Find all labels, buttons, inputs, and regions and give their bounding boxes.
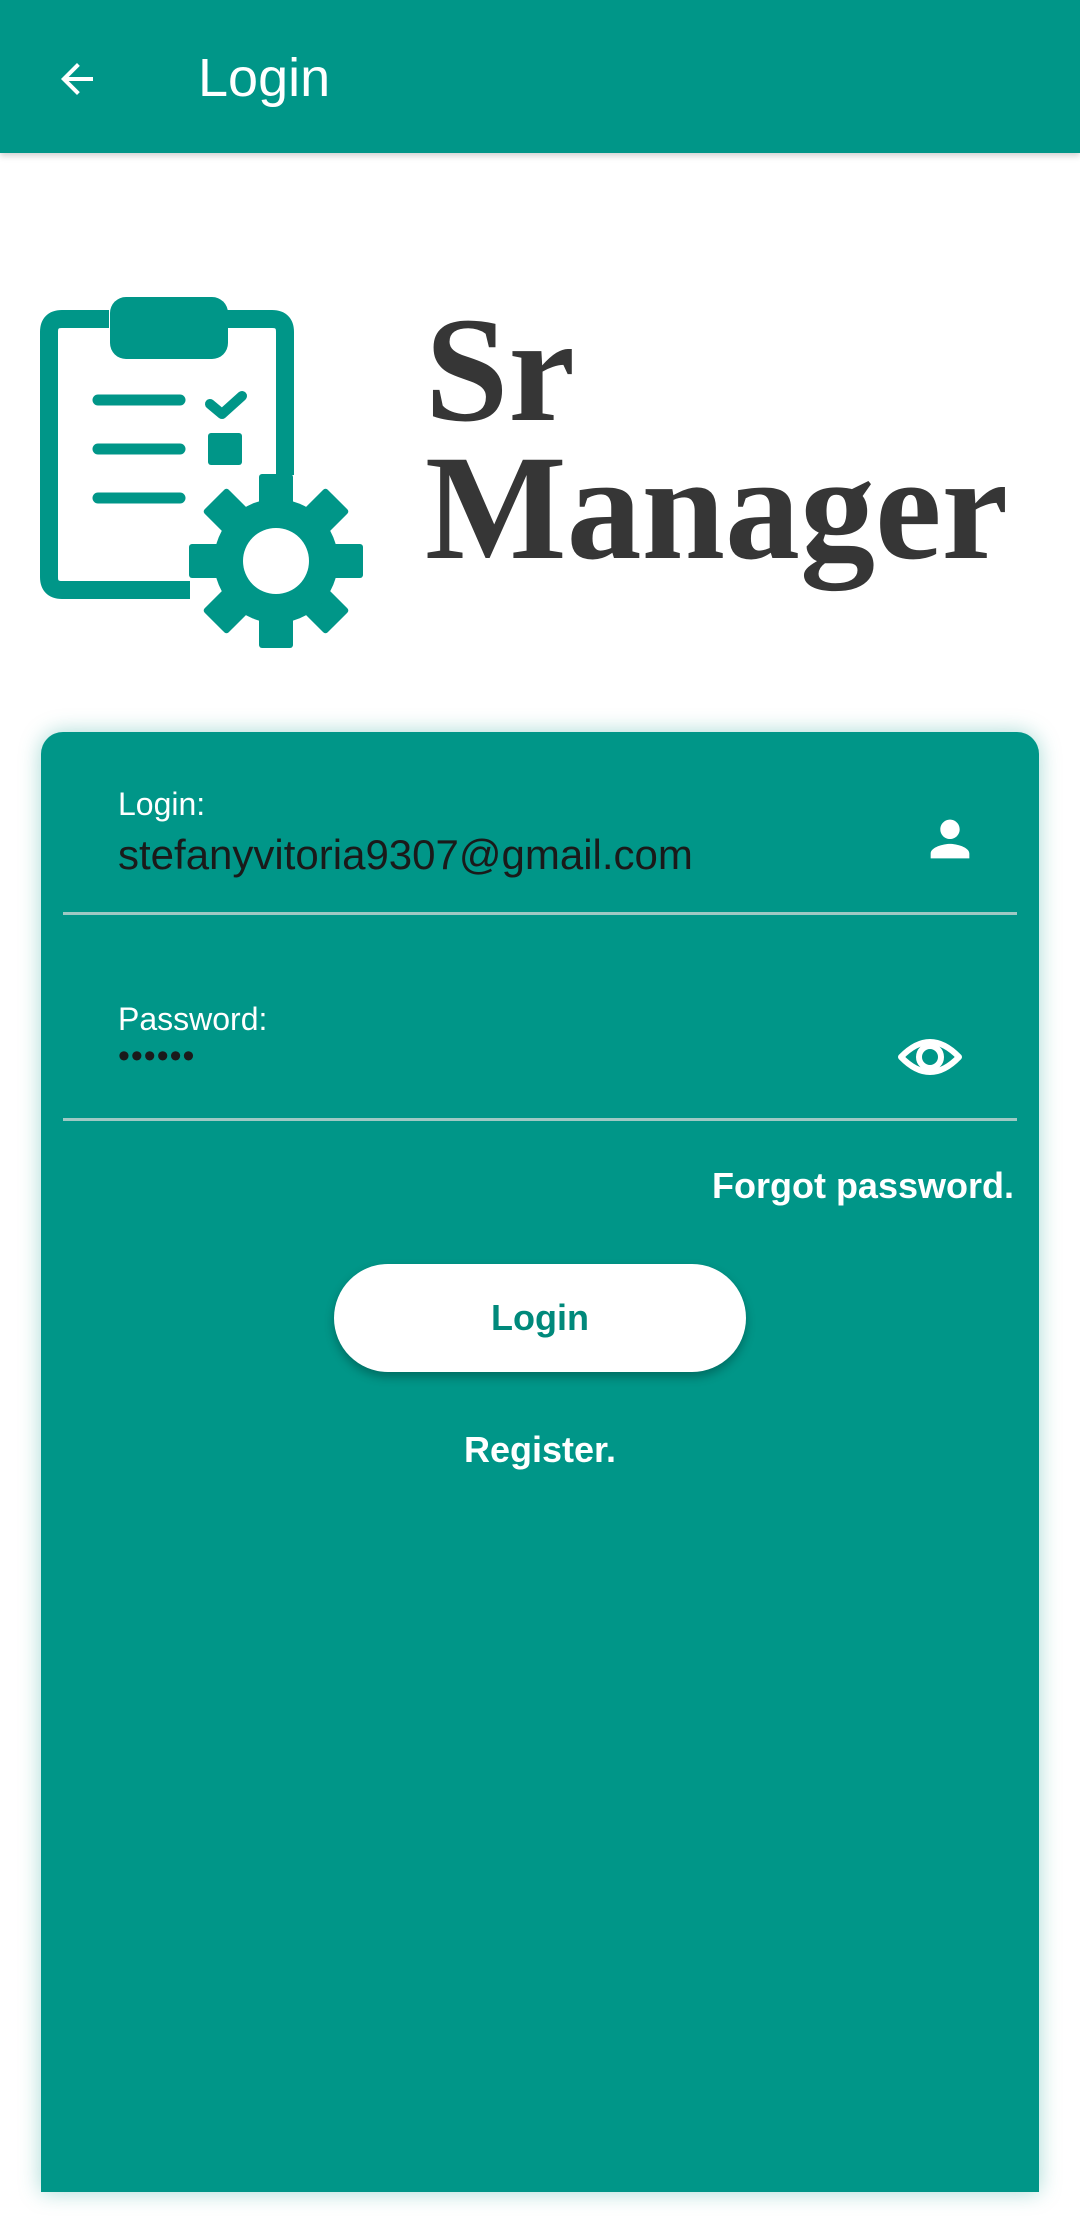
register-link[interactable]: Register. xyxy=(41,1428,1039,1472)
login-field-label: Login: xyxy=(118,786,206,822)
password-field[interactable]: Password: •••••• xyxy=(63,938,1017,1121)
login-button-label: Login xyxy=(491,1297,589,1338)
logo-text-manager: Manager xyxy=(425,425,1009,591)
login-field[interactable]: Login: stefanyvitoria9307@gmail.com xyxy=(63,732,1017,915)
forgot-password-link[interactable]: Forgot password. xyxy=(712,1164,1014,1208)
password-field-label: Password: xyxy=(118,1001,268,1037)
login-input[interactable]: stefanyvitoria9307@gmail.com xyxy=(118,830,693,880)
eye-icon[interactable] xyxy=(897,1032,963,1082)
person-icon xyxy=(930,819,970,859)
app-bar: Login xyxy=(0,0,1080,153)
login-button[interactable]: Login xyxy=(334,1264,746,1372)
password-input[interactable]: •••••• xyxy=(118,1036,195,1076)
page-title: Login xyxy=(198,48,331,108)
app-logo: Sr Manager xyxy=(40,255,1050,655)
logo-text-sr: Sr xyxy=(425,287,575,453)
back-button[interactable] xyxy=(38,40,116,118)
clipboard-gear-icon xyxy=(40,297,363,648)
arrow-left-icon xyxy=(61,63,93,95)
login-card: Login: stefanyvitoria9307@gmail.com Pass… xyxy=(41,732,1039,2192)
